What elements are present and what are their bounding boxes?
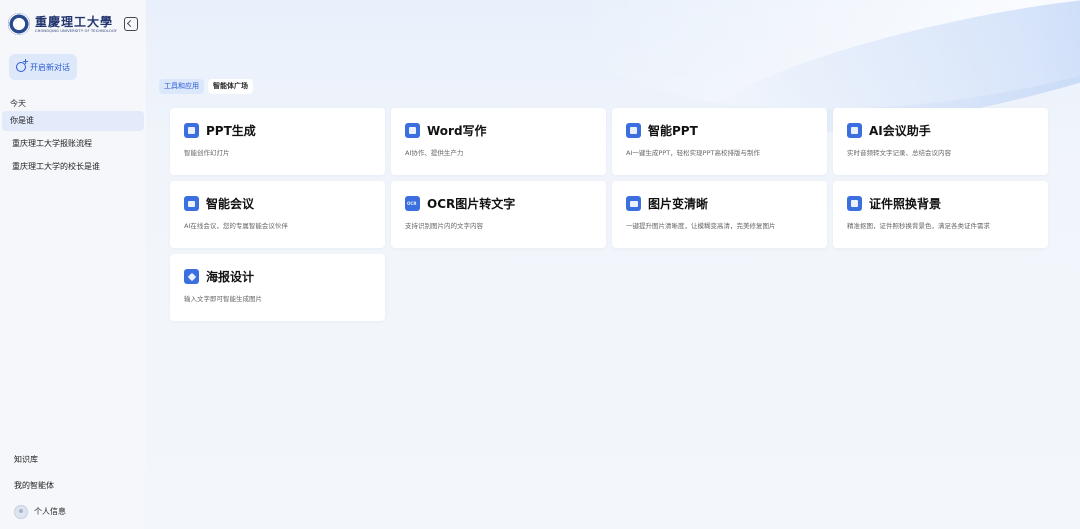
history-item[interactable]: 你是谁 [2, 111, 144, 131]
new-chat-icon [16, 57, 29, 72]
profile-label: 个人信息 [34, 507, 66, 516]
tool-card-word-writing[interactable]: Word写作 AI协作、提供生产力 [391, 108, 606, 175]
document-icon [405, 123, 420, 138]
tool-card-id-photo-background[interactable]: 证件照换背景 精准抠图，证件照秒换背景色，满足各类证件需求 [833, 181, 1048, 248]
card-desc: 一键提升图片清晰度，让模糊变高清，完美修复图片 [626, 222, 776, 230]
tool-card-smart-ppt[interactable]: 智能PPT AI一键生成PPT，轻松实现PPT高校排版与制作 [612, 108, 827, 175]
history-section-label: 今天 [10, 99, 26, 108]
card-title: 证件照换背景 [869, 197, 942, 211]
main-panel: 工具和应用 智能体广场 PPT生成 智能创作幻灯片 Word写作 AI协作、提供… [146, 0, 1080, 529]
tool-card-smart-meeting[interactable]: 智能会议 AI在线会议，您的专属智能会议伙伴 [170, 181, 385, 248]
card-title: OCR图片转文字 [427, 197, 516, 211]
card-title: 海报设计 [206, 270, 255, 284]
card-head: 智能PPT [626, 122, 827, 139]
tool-card-ai-meeting-assistant[interactable]: AI会议助手 实时音频转文字记录、总结会议内容 [833, 108, 1048, 175]
card-desc: AI协作、提供生产力 [405, 149, 464, 157]
history-item[interactable]: 重庆理工大学报账流程 [2, 134, 144, 154]
avatar [14, 505, 28, 519]
card-title: PPT生成 [206, 124, 256, 138]
poster-icon [184, 269, 199, 284]
card-title: 智能PPT [648, 124, 698, 138]
card-head: 图片变清晰 [626, 195, 827, 212]
card-head: Word写作 [405, 122, 606, 139]
id-photo-icon [847, 196, 862, 211]
logo-row: 重慶理工大學 CHONGQING UNIVERSITY OF TECHNOLOG… [0, 0, 146, 48]
new-chat-button[interactable]: 开启新对话 [9, 54, 77, 80]
card-title: 智能会议 [206, 197, 255, 211]
card-desc: 输入文字即可智能生成图片 [184, 295, 262, 303]
new-chat-label: 开启新对话 [30, 62, 70, 72]
calendar-icon [184, 196, 199, 211]
card-head: 海报设计 [184, 268, 385, 285]
card-title: Word写作 [427, 124, 487, 138]
image-icon [626, 196, 641, 211]
logo-name-cn: 重慶理工大學 [35, 14, 114, 29]
card-title: AI会议助手 [869, 124, 931, 138]
document-icon [626, 123, 641, 138]
card-desc: 支持识别图片内的文字内容 [405, 222, 483, 230]
card-desc: 精准抠图，证件照秒换背景色，满足各类证件需求 [847, 222, 990, 230]
knowledge-base-link[interactable]: 知识库 [0, 447, 146, 473]
card-desc: AI在线会议，您的专属智能会议伙伴 [184, 222, 288, 230]
tool-card-poster-design[interactable]: 海报设计 输入文字即可智能生成图片 [170, 254, 385, 321]
collapse-sidebar-icon[interactable] [124, 17, 138, 31]
card-head: AI会议助手 [847, 122, 1048, 139]
my-agents-link[interactable]: 我的智能体 [0, 473, 146, 499]
history-item[interactable]: 重庆理工大学的校长是谁 [2, 157, 144, 177]
tool-card-ppt-generate[interactable]: PPT生成 智能创作幻灯片 [170, 108, 385, 175]
card-head: PPT生成 [184, 122, 385, 139]
sidebar: 重慶理工大學 CHONGQING UNIVERSITY OF TECHNOLOG… [0, 0, 146, 529]
ocr-icon [405, 196, 420, 211]
card-desc: 实时音频转文字记录、总结会议内容 [847, 149, 951, 157]
university-emblem-icon [8, 13, 30, 35]
tool-card-ocr[interactable]: OCR图片转文字 支持识别图片内的文字内容 [391, 181, 606, 248]
logo-name-en: CHONGQING UNIVERSITY OF TECHNOLOGY [35, 28, 118, 33]
card-head: 证件照换背景 [847, 195, 1048, 212]
card-head: 智能会议 [184, 195, 385, 212]
profile-link[interactable]: 个人信息 [0, 499, 146, 525]
tab-tools-and-apps[interactable]: 工具和应用 [159, 79, 204, 94]
card-head: OCR图片转文字 [405, 195, 606, 212]
logo-text: 重慶理工大學 CHONGQING UNIVERSITY OF TECHNOLOG… [35, 15, 117, 34]
tool-card-image-enhance[interactable]: 图片变清晰 一键提升图片清晰度，让模糊变高清，完美修复图片 [612, 181, 827, 248]
sidebar-bottom: 知识库 我的智能体 个人信息 [0, 447, 146, 529]
card-desc: AI一键生成PPT，轻松实现PPT高校排版与制作 [626, 149, 760, 157]
document-icon [184, 123, 199, 138]
monitor-icon [847, 123, 862, 138]
tab-agent-square[interactable]: 智能体广场 [208, 79, 253, 94]
card-title: 图片变清晰 [648, 197, 709, 211]
card-desc: 智能创作幻灯片 [184, 149, 230, 157]
tab-bar: 工具和应用 智能体广场 [159, 79, 253, 94]
